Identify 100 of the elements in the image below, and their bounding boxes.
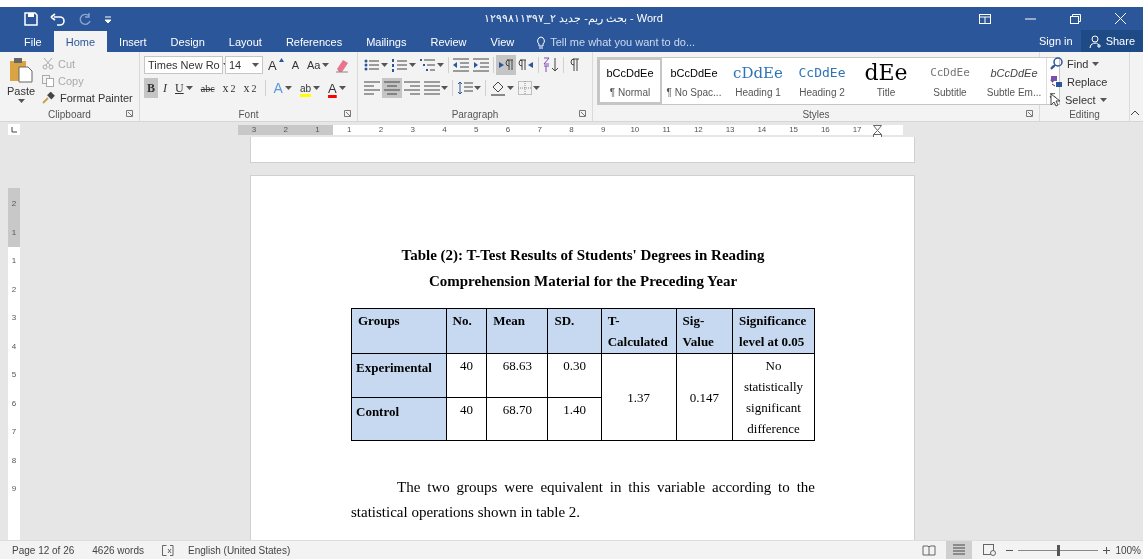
clipboard-command[interactable]: Format Painter — [60, 91, 133, 104]
ruler-number: 5 — [10, 369, 18, 381]
ruler-number: 8 — [10, 454, 18, 467]
group-label: Editing — [1069, 109, 1100, 120]
shrink-font-button[interactable]: A — [288, 55, 302, 75]
ruler-number: 9 — [10, 483, 18, 495]
table-cell: 40 — [446, 397, 487, 441]
style-preview: bCcDdEe — [670, 65, 718, 81]
ruler-number: 11 — [661, 124, 672, 135]
ruler-number: 7 — [536, 124, 543, 135]
highlight-button[interactable]: ab — [296, 78, 324, 98]
group-label: Paragraph — [451, 108, 499, 120]
ruler-number: 1 — [345, 124, 353, 135]
ruler-number: 3 — [250, 124, 258, 135]
style-preview: CcDdEe — [930, 64, 970, 81]
ribbon-tab[interactable]: Layout — [216, 32, 274, 52]
page-count[interactable]: Page 12 of 26 — [12, 544, 75, 556]
grow-font-button[interactable]: A — [265, 55, 287, 75]
editing-command[interactable]: Find — [1067, 57, 1089, 70]
italic-button[interactable]: I — [160, 78, 170, 98]
table-cell: 68.70 — [486, 397, 548, 441]
ribbon-tab[interactable]: Design — [158, 32, 217, 52]
editing-command[interactable]: Select — [1065, 93, 1096, 106]
ruler-number: 2 — [377, 124, 385, 135]
column-header: T-Calculated — [601, 308, 677, 354]
strikethrough-button[interactable]: abc — [197, 78, 218, 98]
ribbon-tab[interactable]: Insert — [107, 32, 159, 52]
language-indicator[interactable]: English (United States) — [188, 544, 291, 556]
group-label: Clipboard — [48, 108, 91, 120]
group-label: Font — [238, 108, 259, 120]
ruler-number: 7 — [10, 426, 18, 438]
ruler-number: 13 — [724, 124, 736, 135]
table-cell: 68.63 — [486, 353, 548, 397]
ruler-number: 4 — [441, 124, 448, 135]
tell-me-field[interactable]: Tell me what you want to do... — [550, 36, 696, 48]
ruler-number: 10 — [629, 124, 641, 135]
style-preview: cDdEe — [733, 64, 783, 81]
editing-command[interactable]: Replace — [1067, 75, 1108, 88]
style-name: Subtle Em... — [986, 86, 1042, 98]
table-cell: 0.147 — [676, 353, 733, 441]
ruler-number: 4 — [10, 340, 18, 353]
ruler-number: 2 — [282, 124, 289, 135]
bold-button[interactable]: B — [144, 78, 158, 98]
table-cell: No statistically significant difference — [732, 353, 815, 441]
table-cell: Experimental — [351, 353, 447, 397]
column-header: Mean — [486, 308, 548, 354]
style-name: Title — [876, 86, 896, 98]
style-name: ¶ Normal — [609, 86, 651, 98]
window-title: بحث ريم- جديد ٢_١٢٩٩٨١١٣٩٧ - Word — [484, 12, 664, 25]
table-caption: Comprehension Material for the Preceding Year — [427, 272, 739, 291]
font-size-field[interactable]: 14 — [225, 56, 263, 74]
column-header: SD. — [547, 308, 602, 354]
ruler-number: 2 — [10, 283, 18, 296]
style-name: Heading 1 — [735, 86, 781, 98]
style-preview: dEe — [864, 64, 908, 81]
paste-button[interactable]: Paste — [4, 55, 38, 107]
ruler-number: 8 — [568, 124, 575, 135]
group-label: Styles — [802, 108, 830, 120]
font-color-button[interactable]: A — [325, 78, 349, 98]
ruler-number: 16 — [819, 124, 831, 135]
ruler-number: 5 — [472, 124, 480, 135]
style-preview: bCcDdEe — [606, 65, 654, 81]
ruler-number: 14 — [756, 124, 768, 135]
change-case-button[interactable]: Aa — [304, 55, 333, 75]
ruler-number: 17 — [851, 124, 863, 135]
body-paragraph: The two groups were equivalent in this variable according to the statistical operations shown in table 2. — [351, 478, 815, 522]
ribbon-tab[interactable]: File — [12, 32, 54, 52]
style-option[interactable]: bCcDdEe ¶ Normal — [598, 58, 662, 104]
sign-in-link[interactable]: Sign in — [1031, 35, 1081, 47]
ruler-number: 9 — [599, 124, 607, 135]
table-cell: 40 — [446, 353, 487, 397]
ribbon-tab[interactable]: Home — [53, 31, 108, 52]
ruler-number: 3 — [409, 124, 416, 135]
ribbon-tab[interactable]: View — [478, 32, 527, 52]
style-preview: CcDdEe — [798, 64, 846, 81]
ruler-number: 12 — [692, 124, 704, 135]
ruler-number: 1 — [10, 226, 18, 239]
table-cell: 0.30 — [547, 353, 602, 397]
ruler-number: 1 — [10, 255, 18, 267]
ruler-number: 6 — [504, 124, 512, 135]
style-name: Heading 2 — [799, 86, 845, 98]
zoom-level[interactable]: 100% — [1115, 544, 1143, 556]
table-cell: 1.37 — [601, 353, 677, 441]
word-count[interactable]: 4626 words — [92, 544, 144, 556]
ribbon-tab[interactable]: Mailings — [354, 32, 419, 52]
font-family-field[interactable]: Times New Ro — [144, 56, 223, 74]
column-header: Groups — [351, 308, 447, 354]
style-name: ¶ No Spac... — [666, 86, 722, 98]
column-header: No. — [446, 308, 487, 354]
ruler-number: 6 — [10, 397, 18, 410]
style-preview: bCcDdEe — [990, 65, 1038, 81]
ribbon-tab[interactable]: References — [273, 32, 355, 52]
column-header: Sig-Value — [676, 308, 733, 354]
ruler-number: 1 — [314, 124, 321, 135]
table-caption: Table (2): T-Test Results of Students' Degrees in Reading — [400, 246, 766, 265]
ruler-number: 2 — [10, 198, 18, 210]
ribbon-tab[interactable]: Review — [418, 32, 479, 52]
share-button[interactable]: Share — [1080, 30, 1143, 52]
column-header: Significance level at 0.05 — [732, 308, 815, 354]
underline-button[interactable]: U — [172, 78, 196, 98]
